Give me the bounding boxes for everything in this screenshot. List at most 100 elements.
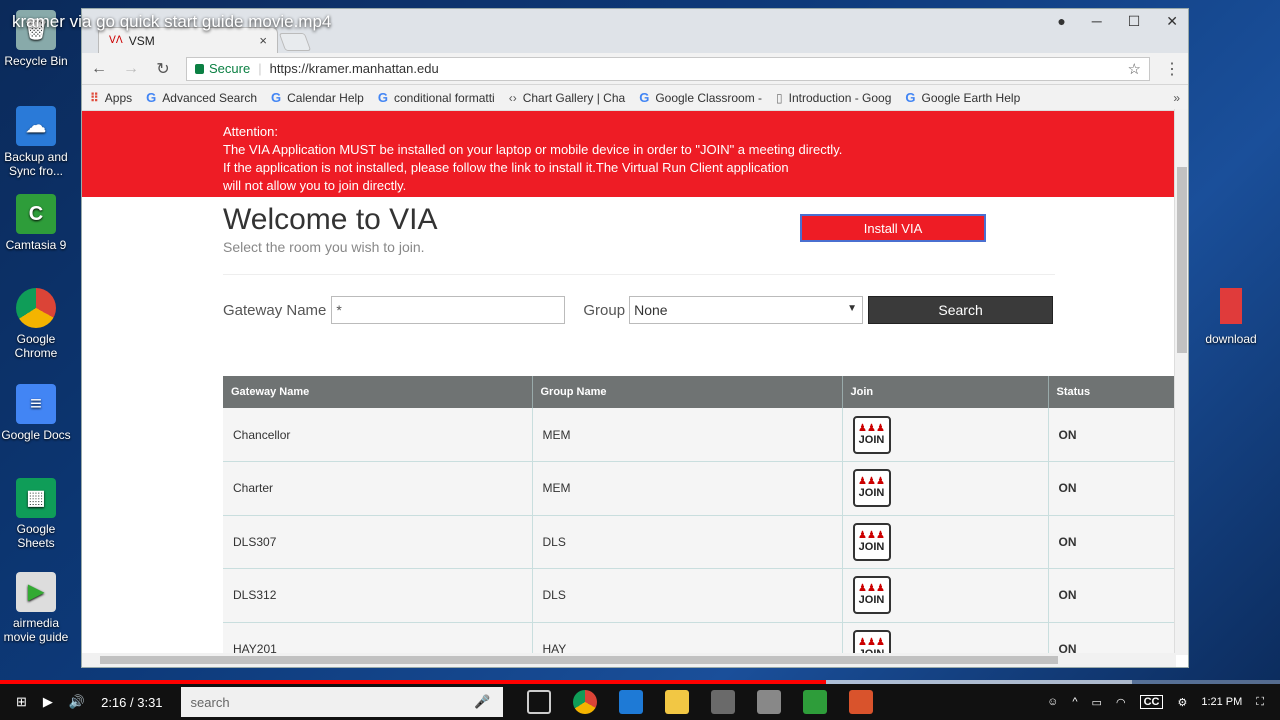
divider (223, 274, 1055, 275)
bookmark-chart-gallery[interactable]: ‹› Chart Gallery | Cha (509, 91, 626, 105)
group-label: Group (583, 301, 626, 319)
people-icon: ♟♟♟ (858, 476, 885, 488)
bookmark-conditional-formatting[interactable]: Gconditional formatti (378, 90, 495, 105)
join-button[interactable]: ♟♟♟JOIN (852, 522, 891, 561)
google-icon: G (639, 90, 650, 105)
windows-start-icon[interactable]: ⊞ (16, 694, 27, 710)
gateway-cell: DLS307 (223, 515, 533, 569)
people-tray-icon[interactable]: ☺ (1047, 696, 1058, 708)
search-button[interactable]: Search (868, 296, 1054, 324)
taskbar-apps (526, 690, 873, 714)
exit-fullscreen-icon[interactable]: ⛶ (1256, 696, 1264, 709)
chevron-up-icon[interactable]: ^ (1072, 696, 1077, 708)
install-via-button[interactable]: Install VIA (800, 214, 986, 242)
apps-grid-icon: ⠿ (90, 90, 99, 105)
status-cell: ON (1048, 515, 1175, 569)
people-icon: ♟♟♟ (858, 422, 885, 434)
col-status[interactable]: Status (1048, 376, 1175, 408)
table-row: DLS312 DLS ♟♟♟ JOIN ON (223, 568, 1175, 623)
window-controls: ● ─ ☐ ✕ (1057, 13, 1178, 30)
video-file-icon: ▶ (16, 572, 56, 612)
tab-close-icon[interactable]: × (259, 33, 267, 48)
bookmark-apps[interactable]: ⠿ Apps (90, 91, 132, 105)
col-group-name[interactable]: Group Name (532, 376, 843, 408)
omnibox-separator: | (258, 61, 262, 76)
bookmark-calendar-help[interactable]: G Calendar Help (271, 90, 364, 105)
sheets-icon: ▦ (16, 478, 56, 518)
backup-sync-desktop-icon[interactable]: ☁ Backup and Sync fro... (0, 106, 72, 178)
secure-indicator[interactable]: Secure (195, 61, 250, 76)
page-subtitle: Select the room you wish to join. (223, 239, 425, 255)
close-window-icon[interactable]: ✕ (1166, 13, 1178, 30)
browser-menu-icon[interactable]: ⋮ (1164, 59, 1180, 79)
gateway-cell: Charter (223, 461, 533, 516)
battery-icon[interactable]: ▭ (1092, 696, 1102, 709)
join-cell: ♟♟♟JOIN (842, 461, 1049, 516)
download-desktop-icon[interactable]: download (1200, 288, 1262, 346)
new-tab-button[interactable] (278, 33, 312, 51)
edge-icon[interactable] (618, 690, 643, 714)
profile-icon[interactable]: ● (1057, 13, 1065, 30)
microphone-icon[interactable]: 🎤 (474, 694, 490, 710)
camtasia-taskbar-icon[interactable] (802, 690, 827, 714)
forward-icon[interactable]: → (122, 60, 140, 78)
bookmark-advanced-search[interactable]: G Advanced Search (146, 90, 257, 105)
bookmark-star-icon[interactable]: ☆ (1128, 60, 1141, 78)
group-select[interactable]: None ▼ (629, 296, 864, 324)
minimize-icon[interactable]: ─ (1092, 13, 1102, 30)
horizontal-scroll-thumb[interactable] (100, 656, 1058, 664)
status-cell: ON (1048, 408, 1175, 462)
join-cell: ♟♟♟JOIN (842, 568, 1049, 623)
group-cell: MEM (532, 408, 843, 462)
sheets-desktop-icon[interactable]: ▦ Google Sheets (0, 478, 72, 550)
system-tray: ☺ ^ ▭ ◠ CC ⚙ 1:21 PM ⛶ (1047, 695, 1264, 709)
chrome-desktop-icon[interactable]: Google Chrome (0, 288, 72, 360)
gateway-cell: DLS312 (223, 568, 533, 623)
col-gateway-name[interactable]: Gateway Name (223, 376, 533, 408)
gateway-name-input[interactable] (331, 296, 566, 324)
join-button[interactable]: ♟♟♟JOIN (852, 576, 891, 615)
via-page: Attention: The VIA Application MUST be i… (82, 111, 1188, 667)
url-text: https://kramer.manhattan.edu (269, 61, 439, 76)
bookmark-introduction[interactable]: ▯ Introduction - Goog (776, 91, 891, 105)
address-bar[interactable]: Secure | https://kramer.manhattan.edu ☆ (186, 56, 1150, 81)
camtasia-desktop-icon[interactable]: C Camtasia 9 (0, 194, 72, 252)
recorder-icon[interactable] (848, 690, 873, 714)
captions-icon[interactable]: CC (1139, 695, 1164, 709)
col-join: Join (842, 376, 1049, 408)
people-icon: ♟♟♟ (858, 636, 885, 648)
gateway-table: Gateway Name Group Name Join Status Chan… (223, 376, 1175, 667)
maximize-icon[interactable]: ☐ (1128, 13, 1141, 30)
join-button[interactable]: ♟♟♟JOIN (852, 415, 891, 454)
volume-icon[interactable]: 🔊 (69, 694, 85, 710)
vertical-scroll-thumb[interactable] (1177, 167, 1187, 353)
search-form: Gateway Name Group None ▼ Search (223, 296, 1054, 324)
join-button[interactable]: ♟♟♟JOIN (852, 469, 891, 508)
chevron-down-icon: ▼ (847, 303, 858, 314)
status-cell: ON (1048, 568, 1175, 623)
chrome-taskbar-icon[interactable] (572, 690, 597, 714)
bookmarks-overflow-icon[interactable]: » (1173, 91, 1180, 105)
taskbar-search[interactable]: search 🎤 (180, 687, 503, 717)
bookmark-google-classroom[interactable]: G Google Classroom - (639, 90, 762, 105)
table-row: DLS307 DLS ♟♟♟ JOIN ON (223, 515, 1175, 569)
video-time: 2:16 / 3:31 (101, 694, 163, 710)
file-explorer-icon[interactable] (664, 690, 689, 714)
bookmark-google-earth-help[interactable]: G Google Earth Help (905, 90, 1020, 105)
wifi-icon[interactable]: ◠ (1116, 696, 1126, 709)
play-icon[interactable]: ▶ (43, 694, 53, 710)
task-view-icon[interactable] (526, 690, 551, 714)
store-icon[interactable] (710, 690, 735, 714)
google-icon: G (271, 90, 282, 105)
docs-desktop-icon[interactable]: ≡ Google Docs (0, 384, 72, 442)
status-cell: ON (1048, 461, 1175, 516)
attention-banner: Attention: The VIA Application MUST be i… (82, 111, 1188, 197)
back-icon[interactable]: ← (90, 60, 108, 78)
horizontal-scrollbar[interactable] (82, 653, 1176, 667)
airmedia-desktop-icon[interactable]: ▶ airmedia movie guide (0, 572, 72, 644)
mail-icon[interactable] (756, 690, 781, 714)
vertical-scrollbar[interactable] (1174, 109, 1188, 655)
reload-icon[interactable]: ↻ (154, 59, 172, 79)
settings-gear-icon[interactable]: ⚙ (1177, 696, 1187, 709)
browser-window: ᐯᐱ VSM × ● ─ ☐ ✕ ← → ↻ Secure | https://… (81, 8, 1189, 668)
